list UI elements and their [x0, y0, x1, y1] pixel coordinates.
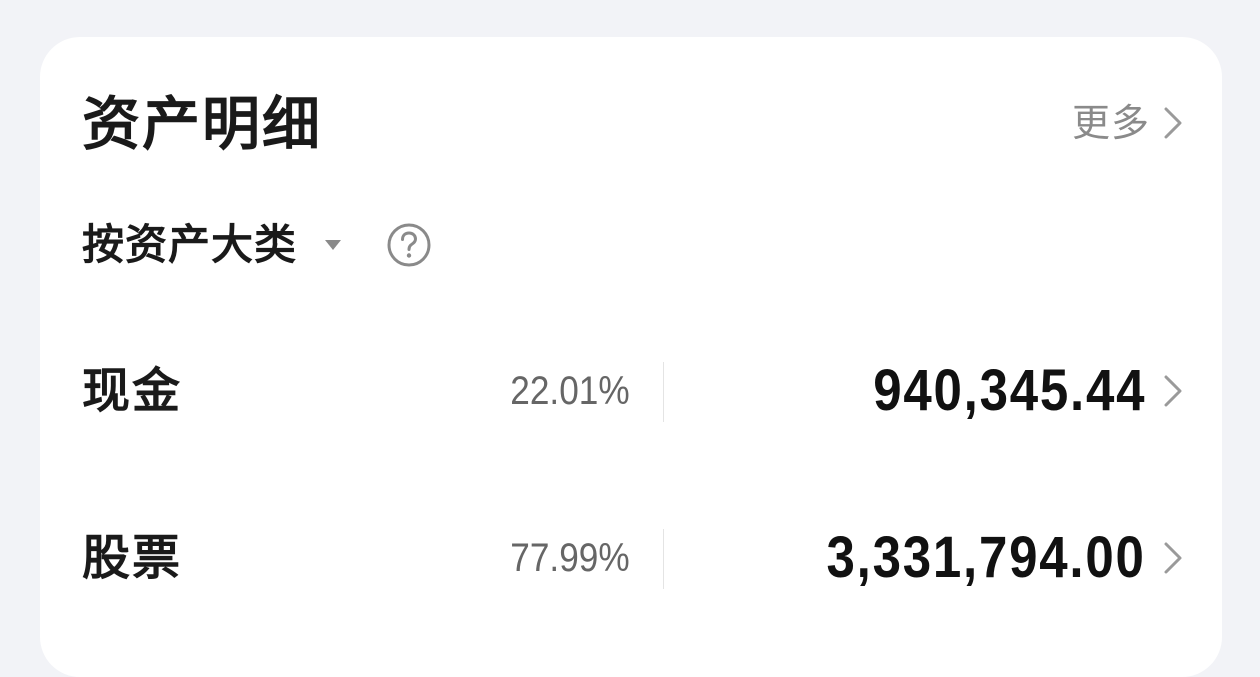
asset-detail-card: 资产明细 更多 按资产大类 现金 22.01% 940,345.44 股票 77… — [40, 37, 1222, 677]
chevron-right-icon — [1164, 107, 1182, 139]
card-title: 资产明细 — [82, 90, 323, 158]
chevron-right-icon — [1164, 375, 1182, 407]
asset-name: 股票 — [82, 530, 183, 586]
row-divider — [663, 529, 664, 589]
asset-class-filter: 按资产大类 — [82, 217, 431, 273]
asset-name: 现金 — [82, 363, 183, 419]
caret-down-icon — [325, 240, 342, 250]
more-label: 更多 — [1071, 101, 1150, 145]
asset-row-stock[interactable]: 股票 77.99% 3,331,794.00 — [40, 527, 1222, 589]
asset-value: 940,345.44 — [872, 358, 1146, 423]
filter-label: 按资产大类 — [82, 220, 298, 269]
chevron-right-icon — [1164, 542, 1182, 574]
asset-value: 3,331,794.00 — [826, 525, 1146, 590]
question-circle-icon[interactable] — [387, 223, 431, 267]
asset-row-cash[interactable]: 现金 22.01% 940,345.44 — [40, 360, 1222, 422]
row-divider — [663, 362, 664, 422]
asset-percent: 22.01% — [510, 369, 630, 413]
more-link[interactable]: 更多 — [1072, 101, 1184, 145]
asset-percent: 77.99% — [510, 536, 630, 580]
asset-class-dropdown[interactable]: 按资产大类 — [82, 217, 342, 273]
